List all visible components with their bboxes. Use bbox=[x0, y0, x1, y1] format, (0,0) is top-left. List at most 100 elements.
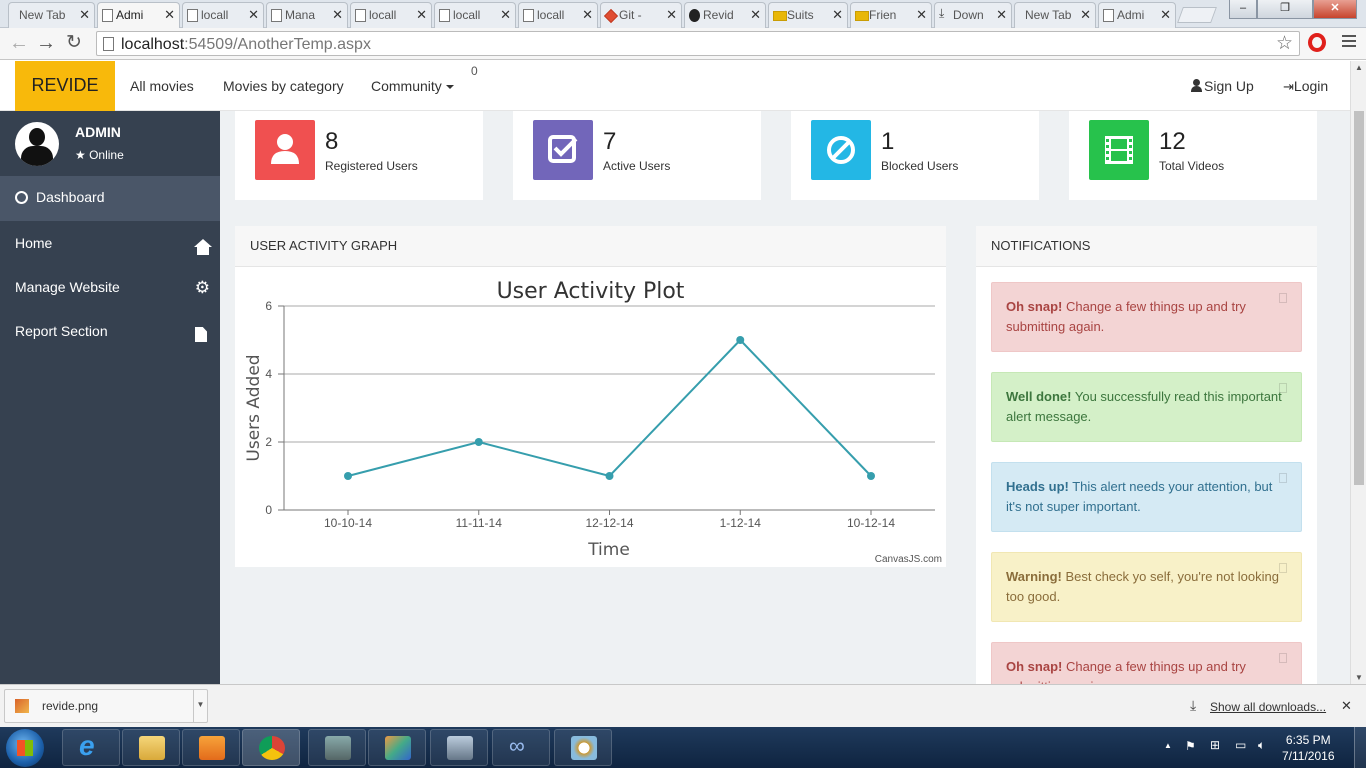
alert-success: Well done! You successfully read this im… bbox=[991, 372, 1302, 442]
infinity-app-icon[interactable]: ∞ bbox=[492, 729, 550, 766]
tab-5[interactable]: locall ✕ bbox=[434, 2, 516, 28]
minimize-button[interactable]: – bbox=[1229, 0, 1257, 19]
internet-explorer-icon[interactable]: e bbox=[62, 729, 120, 766]
tab-1[interactable]: Admi ✕ bbox=[97, 2, 180, 28]
y-tick-label: 4 bbox=[265, 367, 272, 381]
scroll-up-icon[interactable]: ▲ bbox=[1355, 63, 1363, 72]
network-icon[interactable] bbox=[430, 729, 488, 766]
volume-icon[interactable]: 🔈︎ bbox=[1258, 738, 1265, 753]
alert-heading: Warning! bbox=[1006, 569, 1062, 584]
stat-card-active-users: 7 Active Users bbox=[513, 111, 761, 200]
brand-logo[interactable]: REVIDE bbox=[15, 61, 115, 111]
visual-studio-icon[interactable] bbox=[368, 729, 426, 766]
tab-label: locall bbox=[453, 8, 481, 22]
show-all-downloads-link[interactable]: Show all downloads... bbox=[1210, 700, 1326, 714]
action-center-icon[interactable]: ⚑ bbox=[1185, 739, 1196, 753]
new-tab-button[interactable] bbox=[1177, 7, 1217, 23]
close-icon[interactable] bbox=[1279, 473, 1287, 483]
tab-label: Frien bbox=[869, 8, 897, 22]
close-icon[interactable]: ✕ bbox=[332, 7, 343, 23]
film-icon bbox=[1089, 120, 1149, 180]
tray-expand-icon[interactable]: ▲ bbox=[1164, 741, 1172, 750]
tab-8[interactable]: Revid ✕ bbox=[684, 2, 766, 28]
bookmark-star-icon[interactable]: ☆ bbox=[1276, 32, 1293, 55]
nav-community-dropdown[interactable]: Community bbox=[371, 78, 454, 94]
download-item[interactable]: revide.png ▼ bbox=[4, 689, 208, 723]
window-close-button[interactable]: ✕ bbox=[1313, 0, 1357, 19]
close-icon[interactable]: ✕ bbox=[79, 7, 90, 23]
close-icon[interactable]: ✕ bbox=[916, 7, 927, 23]
close-icon[interactable]: ✕ bbox=[1080, 7, 1091, 23]
sidebar-item-dashboard[interactable]: Dashboard bbox=[0, 176, 220, 221]
tab-6[interactable]: locall ✕ bbox=[518, 2, 598, 28]
nav-all-movies[interactable]: All movies bbox=[130, 78, 194, 94]
start-button[interactable] bbox=[6, 729, 44, 767]
forward-icon[interactable]: → bbox=[36, 32, 56, 54]
sidebar-item-home[interactable]: Home bbox=[15, 235, 52, 251]
close-icon[interactable] bbox=[1279, 563, 1287, 573]
paint-icon[interactable] bbox=[554, 729, 612, 766]
data-point bbox=[605, 472, 614, 480]
chevron-down-icon[interactable]: ▼ bbox=[193, 690, 207, 722]
chart-credit[interactable]: CanvasJS.com bbox=[875, 554, 942, 565]
tab-0[interactable]: New Tab ✕ bbox=[8, 2, 95, 28]
back-icon[interactable]: ← bbox=[9, 32, 29, 54]
stat-value: 1 bbox=[881, 128, 895, 155]
tab-10[interactable]: Frien ✕ bbox=[850, 2, 932, 28]
login-icon: ⇥ bbox=[1283, 79, 1294, 94]
system-clock[interactable]: 6:35 PM 7/11/2016 bbox=[1282, 732, 1335, 764]
close-icon[interactable] bbox=[1279, 293, 1287, 303]
browser-menu-icon[interactable] bbox=[1342, 35, 1356, 50]
close-icon[interactable] bbox=[1279, 653, 1287, 663]
close-icon[interactable]: ✕ bbox=[416, 7, 427, 23]
sidebar-item-report-section[interactable]: Report Section bbox=[15, 323, 108, 339]
ban-icon bbox=[811, 120, 871, 180]
tab-9[interactable]: Suits ✕ bbox=[768, 2, 848, 28]
file-explorer-icon[interactable] bbox=[122, 729, 180, 766]
check-icon bbox=[533, 120, 593, 180]
network-tray-icon[interactable]: ▭ bbox=[1235, 738, 1246, 752]
close-icon[interactable]: ✕ bbox=[582, 7, 593, 23]
media-player-icon[interactable] bbox=[182, 729, 240, 766]
close-icon[interactable]: ✕ bbox=[996, 7, 1007, 23]
close-icon[interactable]: ✕ bbox=[666, 7, 677, 23]
close-icon[interactable]: ✕ bbox=[164, 7, 175, 23]
address-bar[interactable]: localhost:54509/AnotherTemp.aspx ☆ bbox=[96, 31, 1300, 56]
close-icon[interactable]: ✕ bbox=[500, 7, 511, 23]
close-icon[interactable]: ✕ bbox=[1160, 7, 1171, 23]
alert-heading: Well done! bbox=[1006, 389, 1072, 404]
download-icon: ⤓ bbox=[939, 6, 945, 20]
chart-canvas: 0 2 4 6 10-10-14 11-11-14 12-12-14 1-12-14 10-12… bbox=[244, 299, 935, 560]
scroll-down-icon[interactable]: ▼ bbox=[1355, 673, 1363, 682]
tab-11[interactable]: ⤓ Down ✕ bbox=[934, 2, 1012, 28]
image-file-icon bbox=[15, 699, 29, 713]
tab-4[interactable]: locall ✕ bbox=[350, 2, 432, 28]
close-icon[interactable]: ✕ bbox=[1341, 698, 1352, 714]
close-icon[interactable]: ✕ bbox=[832, 7, 843, 23]
sidebar-item-manage-website[interactable]: Manage Website bbox=[15, 279, 120, 295]
signup-link[interactable]: Sign Up bbox=[1191, 78, 1254, 94]
tab-13[interactable]: Admi ✕ bbox=[1098, 2, 1176, 28]
y-tick-label: 6 bbox=[265, 299, 272, 313]
close-icon[interactable]: ✕ bbox=[750, 7, 761, 23]
tab-2[interactable]: locall ✕ bbox=[182, 2, 264, 28]
nav-movies-by-category[interactable]: Movies by category bbox=[223, 78, 344, 94]
maximize-button[interactable]: ❐ bbox=[1257, 0, 1313, 19]
close-icon[interactable] bbox=[1279, 383, 1287, 393]
tab-3[interactable]: Mana ✕ bbox=[266, 2, 348, 28]
close-icon[interactable]: ✕ bbox=[248, 7, 259, 23]
profile-status-text: Online bbox=[89, 148, 124, 162]
stat-card-blocked-users: 1 Blocked Users bbox=[791, 111, 1039, 200]
opera-extension-icon[interactable] bbox=[1308, 33, 1326, 52]
page-scrollbar[interactable]: ▲ ▼ bbox=[1350, 61, 1366, 684]
chrome-icon[interactable] bbox=[242, 729, 300, 766]
tools-icon[interactable] bbox=[308, 729, 366, 766]
scrollbar-thumb[interactable] bbox=[1354, 111, 1364, 485]
show-desktop-button[interactable] bbox=[1354, 727, 1366, 768]
reload-icon[interactable]: ↻ bbox=[66, 32, 82, 54]
tab-12[interactable]: New Tab ✕ bbox=[1014, 2, 1096, 28]
login-link[interactable]: ⇥Login bbox=[1283, 78, 1328, 95]
windows-icon[interactable]: ⊞ bbox=[1210, 738, 1220, 752]
tab-7[interactable]: Git - ✕ bbox=[600, 2, 682, 28]
browser-toolbar: ← → ↻ localhost:54509/AnotherTemp.aspx ☆ bbox=[0, 28, 1366, 60]
